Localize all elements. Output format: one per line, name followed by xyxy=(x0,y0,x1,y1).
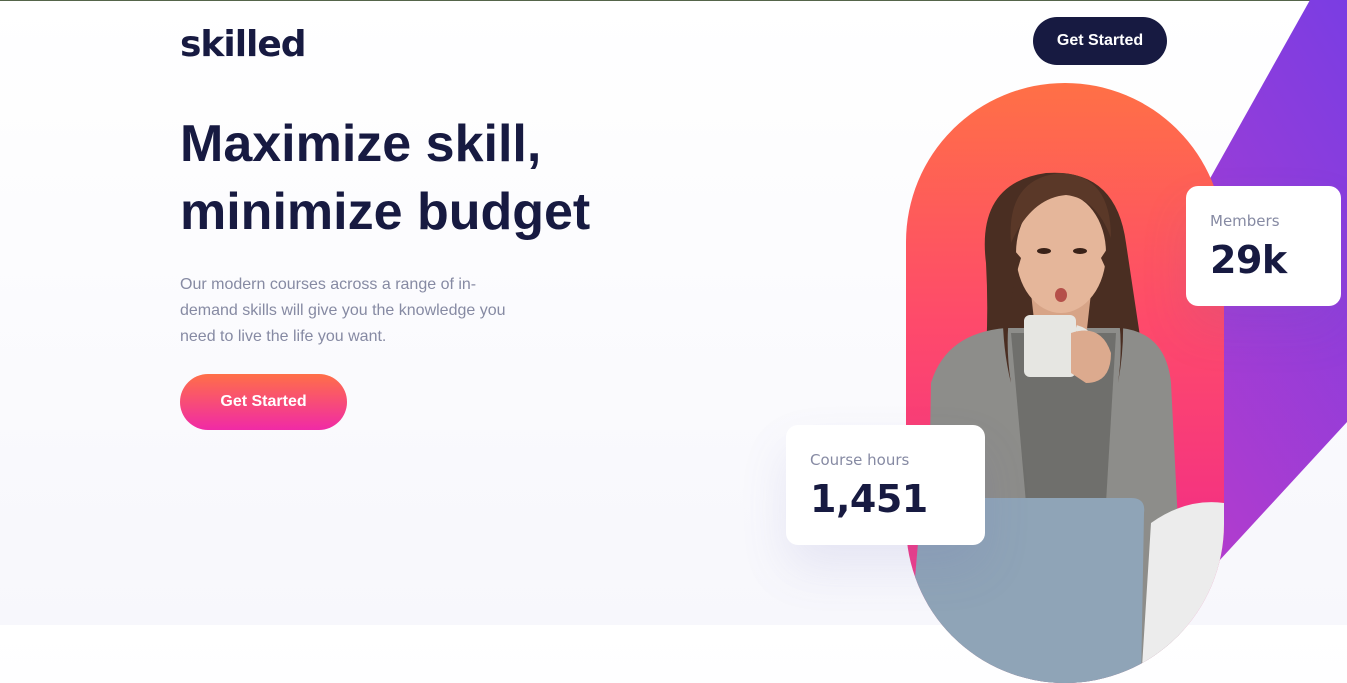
hero-title: Maximize skill, minimize budget xyxy=(180,110,700,246)
members-label: Members xyxy=(1210,212,1280,230)
hero-photo-frame xyxy=(906,83,1224,683)
members-value: 29k xyxy=(1210,238,1287,282)
members-card: Members 29k xyxy=(1186,186,1341,306)
course-hours-card: Course hours 1,451 xyxy=(786,425,985,545)
hero-title-line-1: Maximize skill, xyxy=(180,115,542,173)
course-hours-value: 1,451 xyxy=(810,477,928,521)
hero-photo xyxy=(906,172,1224,683)
course-hours-label: Course hours xyxy=(810,451,910,469)
hero-get-started-button[interactable]: Get Started xyxy=(180,374,347,430)
hero-description: Our modern courses across a range of in-… xyxy=(180,276,506,345)
hero-title-line-2: minimize budget xyxy=(180,183,591,241)
logo[interactable]: skilled xyxy=(180,24,307,65)
